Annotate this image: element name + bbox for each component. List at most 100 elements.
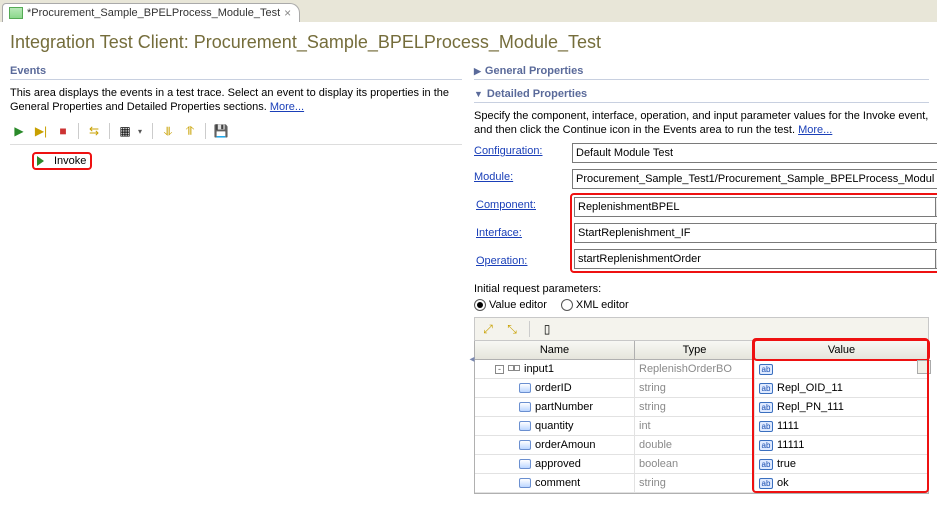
configuration-label[interactable]: Configuration: xyxy=(474,143,566,163)
events-desc-text: This area displays the events in a test … xyxy=(10,87,449,113)
value-type-icon: ab xyxy=(759,478,773,489)
value-type-icon: ab xyxy=(759,364,773,375)
step-icon[interactable]: ▶| xyxy=(32,122,50,140)
struct-icon xyxy=(508,363,520,375)
operation-select[interactable]: startReplenishmentOrder ▾ xyxy=(574,249,937,269)
module-value: Procurement_Sample_Test1/Procurement_Sam… xyxy=(572,169,937,189)
type-cell: double xyxy=(635,436,755,454)
filter-icon[interactable]: ▦ xyxy=(116,122,134,140)
col-value[interactable]: Value xyxy=(755,341,928,359)
xml-editor-radio[interactable]: XML editor xyxy=(561,299,629,311)
row-value: true xyxy=(777,458,796,470)
page-title: Integration Test Client: Procurement_Sam… xyxy=(0,22,937,57)
table-row[interactable]: orderAmoundoubleab11111 xyxy=(475,436,928,455)
interface-select[interactable]: StartReplenishment_IF ▾ xyxy=(574,223,937,243)
params-table: Name Type Value -input1ReplenishOrderBOa… xyxy=(474,341,929,494)
close-icon[interactable]: × xyxy=(284,6,291,20)
field-icon xyxy=(519,459,531,469)
tree-twist-icon[interactable]: - xyxy=(495,365,504,374)
collapse-icon[interactable]: ⤡ xyxy=(503,320,521,338)
events-pane: Events This area displays the events in … xyxy=(0,57,470,515)
events-description: This area displays the events in a test … xyxy=(10,84,462,120)
detailed-desc-text: Specify the component, interface, operat… xyxy=(474,110,928,136)
value-cell[interactable]: abok xyxy=(755,474,928,492)
name-cell: partNumber xyxy=(475,398,635,416)
type-cell: int xyxy=(635,417,755,435)
row-name: partNumber xyxy=(535,401,593,413)
row-value: 11111 xyxy=(777,439,804,451)
component-label[interactable]: Component: xyxy=(474,195,566,215)
xml-editor-label: XML editor xyxy=(576,299,629,311)
separator xyxy=(205,123,206,139)
name-cell: approved xyxy=(475,455,635,473)
detailed-properties-label: Detailed Properties xyxy=(487,88,587,100)
show-columns-icon[interactable]: ▯ xyxy=(538,320,556,338)
events-toolbar: ▶ ▶| ■ ⇆ ▦ ▾ ⥥ ⥣ 💾 xyxy=(10,120,462,145)
collapse-right-icon: ▶ xyxy=(474,66,481,77)
row-name: orderID xyxy=(535,382,572,394)
name-cell: quantity xyxy=(475,417,635,435)
radio-checked-icon xyxy=(474,299,486,311)
row-value: Repl_PN_111 xyxy=(777,401,844,413)
value-cell[interactable]: ab11111 xyxy=(755,436,928,454)
params-toolbar: ⤢ ⤡ ▯ xyxy=(474,317,929,341)
sash-collapse-icon[interactable]: ◂ xyxy=(468,350,476,368)
detailed-description: Specify the component, interface, operat… xyxy=(474,107,929,143)
editor-tab[interactable]: *Procurement_Sample_BPELProcess_Module_T… xyxy=(2,3,300,22)
editor-tab-bar: *Procurement_Sample_BPELProcess_Module_T… xyxy=(0,0,937,22)
table-row[interactable]: orderID stringabRepl_OID_11 xyxy=(475,379,928,398)
expand-icon[interactable]: ⤢ xyxy=(479,320,497,338)
detailed-form: Configuration: Default Module Test ▾ Mod… xyxy=(474,143,929,277)
pool-up-icon[interactable]: ⥣ xyxy=(181,122,199,140)
interface-value: StartReplenishment_IF xyxy=(574,223,936,243)
row-value: ok xyxy=(777,477,789,489)
pool-down-icon[interactable]: ⥥ xyxy=(159,122,177,140)
value-editor-radio[interactable]: Value editor xyxy=(474,299,547,311)
type-cell: string xyxy=(635,474,755,492)
row-name: quantity xyxy=(535,420,574,432)
sync-icon[interactable]: ⇆ xyxy=(85,122,103,140)
configuration-value: Default Module Test xyxy=(572,143,937,163)
interface-label[interactable]: Interface: xyxy=(474,223,566,243)
table-row[interactable]: partNumberstringabRepl_PN_111 xyxy=(475,398,928,417)
col-type[interactable]: Type xyxy=(635,341,755,359)
general-properties-header[interactable]: ▶ General Properties xyxy=(474,61,929,80)
table-row[interactable]: approvedbooleanabtrue xyxy=(475,455,928,474)
maximize-icon[interactable] xyxy=(917,360,931,374)
detailed-more-link[interactable]: More... xyxy=(798,124,832,136)
name-cell: comment xyxy=(475,474,635,492)
value-cell[interactable]: abRepl_OID_11 xyxy=(755,379,928,397)
value-cell[interactable]: abtrue xyxy=(755,455,928,473)
operation-label[interactable]: Operation: xyxy=(474,251,566,271)
row-name: input1 xyxy=(524,363,554,375)
value-editor-label: Value editor xyxy=(489,299,547,311)
type-cell: string xyxy=(635,379,755,397)
operation-value: startReplenishmentOrder xyxy=(574,249,936,269)
module-select[interactable]: Procurement_Sample_Test1/Procurement_Sam… xyxy=(572,169,937,189)
table-row[interactable]: -input1ReplenishOrderBOab xyxy=(475,360,928,379)
value-cell[interactable]: ab1111 xyxy=(755,417,928,435)
tree-item-label: Invoke xyxy=(54,155,86,167)
general-properties-label: General Properties xyxy=(485,65,583,77)
name-cell: orderID xyxy=(475,379,635,397)
table-row[interactable]: commentstringabok xyxy=(475,474,928,493)
stop-icon[interactable]: ■ xyxy=(54,122,72,140)
value-cell[interactable]: abRepl_PN_111 xyxy=(755,398,928,416)
field-icon xyxy=(519,402,531,412)
row-name: approved xyxy=(535,458,581,470)
configuration-select[interactable]: Default Module Test ▾ xyxy=(572,143,937,163)
save-icon[interactable]: 💾 xyxy=(212,122,230,140)
table-row[interactable]: quantity intab1111 xyxy=(475,417,928,436)
events-tree-item-invoke[interactable]: Invoke xyxy=(10,151,98,171)
events-more-link[interactable]: More... xyxy=(270,101,304,113)
filter-dropdown-icon[interactable]: ▾ xyxy=(138,127,146,136)
detailed-properties-header[interactable]: ▼ Detailed Properties xyxy=(474,84,929,103)
component-select[interactable]: ReplenishmentBPEL ▾ xyxy=(574,197,937,217)
module-label[interactable]: Module: xyxy=(474,169,566,189)
name-cell: orderAmoun xyxy=(475,436,635,454)
value-cell[interactable]: ab xyxy=(755,360,928,378)
col-name[interactable]: Name xyxy=(475,341,635,359)
field-icon xyxy=(519,440,531,450)
run-icon[interactable]: ▶ xyxy=(10,122,28,140)
events-tree: Invoke xyxy=(10,149,462,173)
